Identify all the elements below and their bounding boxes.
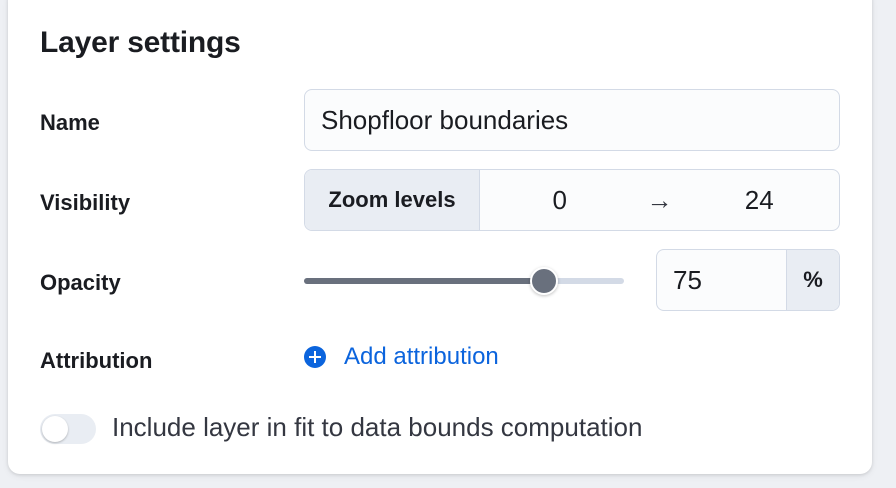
plus-circle-icon — [304, 346, 326, 368]
opacity-unit: % — [786, 250, 839, 310]
arrow-right-icon: → — [646, 184, 673, 215]
opacity-input[interactable]: 75 — [657, 250, 786, 310]
opacity-slider-fill — [304, 278, 544, 284]
opacity-number-field: 75 % — [656, 249, 840, 311]
zoom-max-input[interactable]: 24 — [680, 170, 840, 230]
add-attribution-button[interactable]: Add attribution — [304, 343, 499, 371]
fit-to-bounds-toggle[interactable] — [40, 414, 96, 444]
layer-name-input[interactable]: Shopfloor boundaries — [304, 89, 840, 151]
zoom-levels-prepend: Zoom levels — [305, 170, 480, 230]
zoom-range-control: Zoom levels 0 → 24 — [304, 169, 840, 231]
opacity-slider-thumb[interactable] — [530, 267, 558, 295]
toggle-knob — [42, 416, 68, 442]
layer-name-value: Shopfloor boundaries — [321, 104, 569, 135]
add-attribution-label: Add attribution — [344, 343, 499, 370]
visibility-label: Visibility — [40, 190, 131, 215]
attribution-label: Attribution — [40, 348, 153, 373]
layer-settings-panel: Layer settings Name Shopfloor boundaries… — [8, 0, 872, 474]
opacity-label: Opacity — [40, 270, 121, 295]
name-label: Name — [40, 110, 100, 135]
panel-title: Layer settings — [40, 26, 241, 59]
opacity-slider[interactable] — [304, 267, 624, 295]
zoom-min-input[interactable]: 0 — [480, 170, 640, 230]
fit-to-bounds-label: Include layer in fit to data bounds comp… — [112, 412, 643, 442]
